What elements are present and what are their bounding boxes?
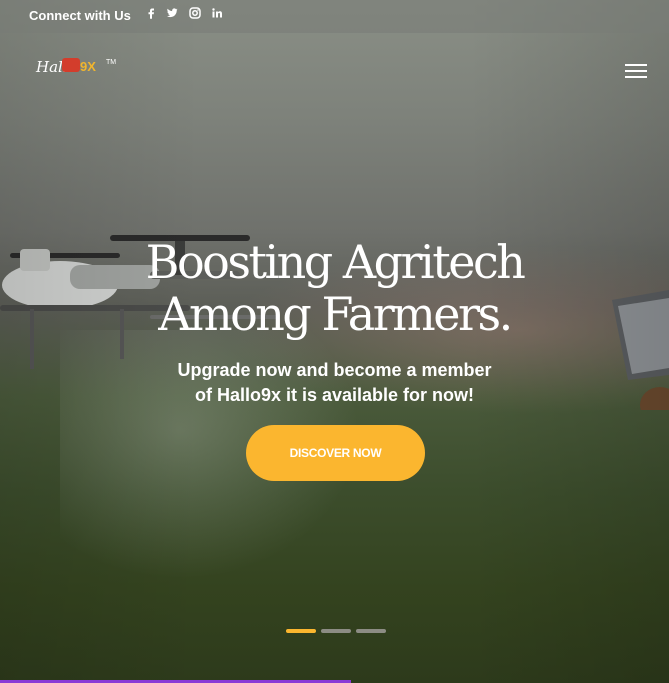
tractor-icon (62, 58, 80, 72)
hero-headline: Boosting Agritech Among Farmers. (0, 236, 669, 340)
logo-text-9x: 9X (80, 59, 96, 74)
headline-line-2: Among Farmers. (158, 287, 513, 341)
hero-subtitle: Upgrade now and become a member of Hallo… (0, 358, 669, 408)
subtitle-line-2: of Hallo9x it is available for now! (194, 385, 475, 405)
slider-dot-1[interactable] (286, 629, 316, 633)
site-logo[interactable]: Hall 9X TM (36, 50, 116, 80)
linkedin-icon[interactable] (210, 6, 224, 20)
connect-label: Connect with Us (29, 8, 131, 23)
twitter-icon[interactable] (165, 6, 179, 20)
facebook-icon[interactable] (144, 6, 158, 20)
discover-now-button[interactable]: DISCOVER NOW (246, 425, 425, 481)
top-bar: Connect with Us (0, 0, 669, 33)
headline-line-1: Boosting Agritech (145, 235, 526, 289)
logo-trademark: TM (106, 59, 117, 66)
instagram-icon[interactable] (188, 6, 202, 20)
slider-dot-2[interactable] (321, 629, 351, 633)
subtitle-line-1: Upgrade now and become a member (177, 360, 492, 380)
hamburger-menu-icon[interactable] (625, 63, 647, 79)
slider-dot-3[interactable] (356, 629, 386, 633)
hero-overlay (0, 0, 669, 683)
